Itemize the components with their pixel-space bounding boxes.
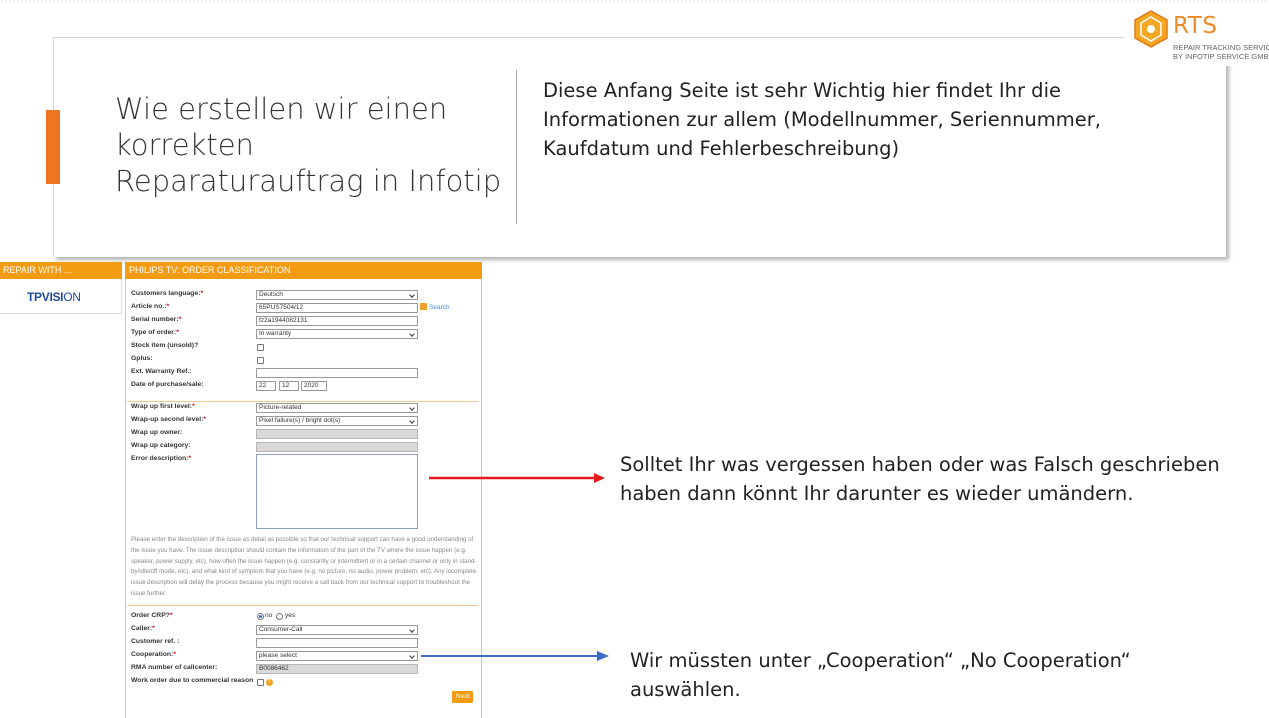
- type-of-order-label: Type of order:*: [131, 329, 179, 336]
- article-no-label: Article no.:*: [131, 303, 170, 310]
- red-arrow-icon: [429, 473, 605, 483]
- description-line: Kaufdatum und Fehlerbeschreibung): [543, 137, 900, 160]
- form-header: PHILIPS TV: ORDER CLASSIFICATION: [125, 262, 482, 279]
- top-dotted-border: [0, 0, 1269, 2]
- error-description-help-text: Please enter the description of the issu…: [131, 536, 477, 597]
- caller-label: Caller:*: [131, 625, 155, 632]
- stock-item-checkbox[interactable]: [257, 344, 264, 351]
- rma-number-label: RMA number of callcenter:: [131, 664, 218, 671]
- logo-subtitle-line: BY INFOTIP SERVICE GMBH: [1173, 52, 1269, 61]
- wrap-owner-label: Wrap up owner:: [131, 429, 183, 436]
- title-line: korrekten: [115, 128, 254, 162]
- article-search-link[interactable]: Search: [420, 303, 450, 311]
- annotation-line: auswählen.: [630, 678, 741, 701]
- title-line: Reparaturauftrag in Infotip: [115, 164, 502, 198]
- customers-language-select[interactable]: Deutsch: [256, 290, 418, 300]
- customers-language-label: Customers language:*: [131, 290, 204, 297]
- type-of-order-select[interactable]: In warranty: [256, 329, 418, 339]
- purchase-month-input[interactable]: 12: [279, 381, 299, 391]
- wrap-owner-field: [256, 429, 418, 439]
- tpvision-logo-bold: TPVISI: [27, 290, 64, 304]
- stock-item-label: Stock item (unsold)?: [131, 342, 199, 349]
- error-description-label: Error description:*: [131, 455, 192, 462]
- description-line: Diese Anfang Seite ist sehr Wichtig hier…: [543, 79, 1061, 102]
- purchase-year-input[interactable]: 2020: [301, 381, 327, 391]
- cooperation-label: Cooperation:*: [131, 651, 176, 658]
- gplus-label: Gplus:: [131, 355, 153, 362]
- annotation-line: Wir müssten unter „Cooperation“ „No Coop…: [630, 649, 1131, 672]
- wrap-category-field: [256, 442, 418, 452]
- wrap-first-label: Wrap up first level:*: [131, 403, 195, 410]
- slide-description: Diese Anfang Seite ist sehr Wichtig hier…: [543, 76, 1143, 163]
- wrap-first-select[interactable]: Picture-related: [256, 403, 418, 413]
- gplus-checkbox[interactable]: [257, 357, 264, 364]
- order-crp-no-label: no: [265, 612, 273, 619]
- repair-with-header: REPAIR WITH ...: [0, 262, 122, 279]
- description-line: Informationen zur allem (Modellnummer, S…: [543, 108, 1101, 131]
- date-of-purchase-label: Date of purchase/sale:: [131, 381, 204, 388]
- logo-subtitle: REPAIR TRACKING SERVICE BY INFOTIP SERVI…: [1173, 43, 1269, 61]
- info-icon: !: [266, 679, 273, 686]
- tpvision-logo[interactable]: TPVISION: [27, 290, 81, 304]
- wrap-category-label: Wrap up category:: [131, 442, 191, 449]
- blue-arrow-icon: [421, 651, 609, 661]
- next-button[interactable]: Next: [452, 691, 473, 703]
- article-no-input[interactable]: 65PUS7504/12: [256, 303, 418, 313]
- order-crp-no-radio[interactable]: [257, 613, 264, 620]
- order-crp-yes-label: yes: [285, 612, 296, 619]
- annotation-line: haben dann könnt Ihr darunter es wieder …: [620, 482, 1134, 505]
- ext-warranty-input[interactable]: [256, 368, 418, 378]
- annotation-line: Solltet Ihr was vergessen haben oder was…: [620, 453, 1220, 476]
- logo-subtitle-line: REPAIR TRACKING SERVICE: [1173, 43, 1269, 52]
- cooperation-select[interactable]: please select: [256, 651, 418, 661]
- hexagon-logo-icon: [1134, 10, 1168, 48]
- rts-logo: RTS REPAIR TRACKING SERVICE BY INFOTIP S…: [1124, 8, 1269, 66]
- ext-warranty-label: Ext. Warranty Ref.:: [131, 368, 192, 375]
- order-crp-yes-radio[interactable]: [276, 613, 283, 620]
- customer-ref-label: Customer ref. :: [131, 638, 180, 645]
- serial-number-label: Serial number:*: [131, 316, 182, 323]
- cooperation-annotation: Wir müssten unter „Cooperation“ „No Coop…: [630, 646, 1131, 704]
- caller-select[interactable]: Consumer-Call: [256, 625, 418, 635]
- wrap-second-select[interactable]: Pixel failure(s) / bright dot(s): [256, 416, 418, 426]
- repair-with-panel: TPVISION: [0, 279, 122, 314]
- card-divider: [516, 70, 517, 224]
- form-separator: [127, 605, 478, 606]
- purchase-day-input[interactable]: 22: [256, 381, 276, 391]
- serial-number-input[interactable]: fz2a1944082131: [256, 316, 418, 326]
- work-order-checkbox[interactable]: [257, 679, 264, 686]
- wrap-second-label: Wrap-up second level:*: [131, 416, 207, 423]
- work-order-label: Work order due to commercial reason: [131, 677, 254, 684]
- tpvision-logo-thin: ON: [63, 290, 81, 304]
- search-icon: [420, 303, 427, 310]
- slide-title: Wie erstellen wir einen korrekten Repara…: [115, 91, 505, 199]
- rma-number-field: B0086462: [256, 664, 418, 674]
- logo-wordmark: RTS: [1173, 13, 1218, 39]
- accent-bar: [46, 110, 60, 184]
- title-line: Wie erstellen wir einen: [115, 92, 448, 126]
- error-description-textarea[interactable]: [256, 454, 418, 529]
- order-crp-label: Order CRP?*: [131, 612, 173, 619]
- customer-ref-input[interactable]: [256, 638, 418, 648]
- error-annotation: Solltet Ihr was vergessen haben oder was…: [620, 450, 1220, 508]
